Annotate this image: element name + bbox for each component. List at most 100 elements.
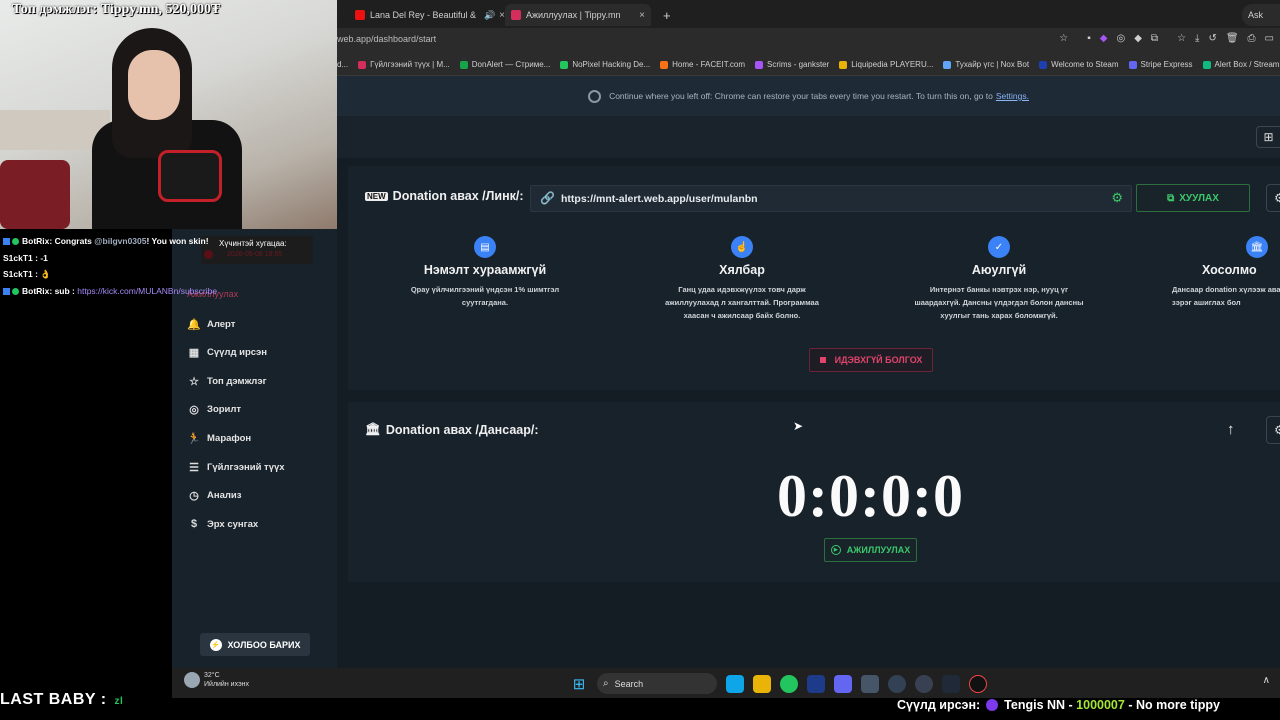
- sidebar-item-label: Алерт: [207, 319, 236, 330]
- sidebar-item-marathon[interactable]: 🏃 Марафон: [187, 432, 251, 445]
- last-baby-label: LAST BABY :: [0, 691, 107, 708]
- bookmark-item[interactable]: Scrims - gankster: [755, 60, 829, 69]
- gear-icon[interactable]: ⚙: [1266, 184, 1280, 212]
- donation-url-value[interactable]: https://mnt-alert.web.app/user/mulanbn: [561, 193, 758, 205]
- bell-icon: 🔔: [187, 319, 201, 331]
- bookmark-item[interactable]: NoPixel Hacking De...: [560, 60, 650, 69]
- feature-title: Аюулгүй: [971, 263, 1027, 277]
- bookmark-item[interactable]: Liquipedia PLAYERU...: [839, 60, 933, 69]
- settings-link[interactable]: Settings.: [996, 91, 1029, 101]
- feature-title: Нэмэлт хураамжгүй: [423, 263, 547, 277]
- sidebar-item-label: Зорилт: [207, 404, 242, 415]
- target-icon: ◎: [189, 404, 199, 416]
- countdown-timer: 0:0:0:0: [777, 463, 964, 529]
- contact-button[interactable]: ⚡ ХОЛБОО БАРИХ: [200, 633, 310, 656]
- tab-tippy[interactable]: Ажиллуулах | Tippy.mn ×: [505, 4, 651, 26]
- steam-icon[interactable]: [942, 674, 960, 693]
- extension-icon[interactable]: ◆: [1134, 33, 1142, 44]
- bookmark-label: Тухайр үгс | Nox Bot: [955, 60, 1030, 69]
- extension-icon[interactable]: ◎: [1116, 33, 1125, 44]
- disable-button[interactable]: ИДЭВХГҮЙ БОЛГОХ: [809, 348, 933, 372]
- sidebar-item-alert[interactable]: 🔔 Алерт: [187, 318, 235, 331]
- obs-icon[interactable]: [888, 674, 906, 693]
- sidebar-item-top[interactable]: ☆ Топ дэмжлэг: [187, 375, 266, 388]
- sidebar-item-analytics[interactable]: ◷ Анализ: [187, 489, 241, 502]
- gear-icon[interactable]: ⚙: [1111, 190, 1123, 206]
- steam-icon[interactable]: [807, 674, 825, 693]
- copy-button[interactable]: ⧉ ХУУЛАХ: [1136, 184, 1250, 212]
- folder-icon[interactable]: [753, 674, 771, 693]
- taskbar-search[interactable]: ⌕ Search: [597, 673, 717, 694]
- speaker-icon[interactable]: 🔊: [484, 10, 495, 21]
- app-header: ⊞: [337, 116, 1280, 158]
- extension-icon[interactable]: ◆: [1100, 33, 1108, 44]
- donor-icon: [986, 699, 999, 711]
- bookmark-star-icon[interactable]: ☆: [1059, 33, 1068, 44]
- feature-desc: Дансаар donation хүлээж авах зэрэг ашигл…: [1172, 285, 1280, 307]
- sidebar-item-transactions[interactable]: ☰ Гүйлгээний түүх: [187, 461, 285, 474]
- bookmark-item[interactable]: Тухайр үгс | Nox Bot: [943, 60, 1029, 69]
- ticker-user: Tengis NN: [1004, 698, 1066, 712]
- close-icon[interactable]: ×: [639, 10, 645, 21]
- card-title: NEW Donation авах /Линк/:: [365, 189, 524, 203]
- chat-message: BotRix: sub : https://kick.com/MULANBn/s…: [3, 283, 333, 300]
- tab-lana-del-rey[interactable]: Lana Del Rey - Beautiful & 🔊 ×: [355, 4, 505, 26]
- youtube-icon: [355, 10, 365, 20]
- chrome-icon[interactable]: [915, 674, 933, 693]
- url-text[interactable]: web.app/dashboard/start: [337, 34, 436, 44]
- copy-icon: ⧉: [1167, 192, 1175, 204]
- sidebar-item-renew[interactable]: $ Эрх сунгах: [187, 518, 258, 530]
- arrow-up-icon[interactable]: ↑: [1227, 421, 1235, 438]
- tab-title: Ажиллуулах | Tippy.mn: [526, 10, 621, 20]
- stop-icon: [819, 357, 826, 363]
- favorites-icon[interactable]: ☆: [1177, 33, 1186, 44]
- trash-icon[interactable]: 🗑: [1226, 33, 1239, 44]
- bank-icon: 🏛: [1246, 236, 1268, 258]
- gear-icon[interactable]: ⚙: [1266, 416, 1280, 444]
- feature-combined: 🏛 Хосолмо Дансаар donation хүлээж авах з…: [1166, 236, 1280, 309]
- sidebar-item-label: Эрх сунгах: [207, 518, 259, 530]
- chrome-icon[interactable]: [780, 674, 798, 693]
- address-bar[interactable]: web.app/dashboard/start ☆ ▪ ◆ ◎ ◆ ⧉ ☆ ⤓ …: [337, 28, 1280, 54]
- window-icon[interactable]: ▭: [1265, 33, 1274, 44]
- last-baby: LAST BABY : zl: [0, 691, 123, 709]
- bookmark-item[interactable]: Гүйлгээний түүх | M...: [358, 60, 450, 69]
- new-badge-icon: NEW: [365, 191, 388, 201]
- taskbar-apps: ⊞ ⌕ Search: [570, 673, 987, 694]
- bookmark-item[interactable]: DonAlert — Стриме...: [459, 60, 550, 69]
- bookmark-item[interactable]: Home - FACEIT.com: [660, 60, 745, 69]
- toolbar-icons: ☆ ▪ ◆ ◎ ◆ ⧉ ☆ ⤓ ↺ 🗑 ⎙ ▭: [1059, 33, 1274, 44]
- new-tab-button[interactable]: +: [663, 4, 671, 26]
- bookmark-item[interactable]: d...: [337, 60, 348, 69]
- windows-start-icon[interactable]: ⊞: [570, 675, 588, 693]
- sidebar-item-goal[interactable]: ◎ Зорилт: [187, 403, 241, 416]
- print-icon[interactable]: ⎙: [1248, 33, 1256, 44]
- chat-link[interactable]: https://kick.com/MULANBn/subscribe: [77, 286, 217, 296]
- sidebar-item-recent[interactable]: ▦ Сүүлд ирсэн: [187, 346, 267, 359]
- shield-check-icon: ✓: [988, 236, 1010, 258]
- edge-icon[interactable]: [726, 674, 744, 693]
- bookmark-item[interactable]: Welcome to Steam: [1039, 60, 1119, 69]
- restore-message: Continue where you left off: Chrome can …: [609, 91, 993, 101]
- app-icon[interactable]: [969, 674, 987, 693]
- chevron-up-icon[interactable]: ∧: [1263, 675, 1270, 686]
- extensions-puzzle-icon[interactable]: ⧉: [1151, 33, 1158, 44]
- card-title: 🏛 Donation авах /Дансаар/:: [365, 422, 539, 437]
- chat-message: S1ckT1 : -1: [3, 250, 333, 267]
- extension-icon[interactable]: ▪: [1087, 33, 1091, 44]
- windows-icon[interactable]: ⊞: [1256, 126, 1280, 148]
- profile-button[interactable]: Ask: [1242, 4, 1280, 26]
- calculator-icon[interactable]: [861, 674, 879, 693]
- history-icon[interactable]: ↺: [1208, 33, 1216, 44]
- weather-widget[interactable]: 32°C Ийлийн ихэнх: [184, 671, 249, 689]
- ticker-label: Сүүлд ирсэн:: [897, 698, 981, 712]
- activate-button[interactable]: ▶ АЖИЛЛУУЛАХ: [824, 538, 917, 562]
- runner-icon: 🏃: [187, 433, 201, 445]
- bookmark-item[interactable]: Stripe Express: [1128, 60, 1193, 69]
- bookmark-item[interactable]: Alert Box / Streamla: [1202, 60, 1280, 69]
- chat-user: BotRix: [22, 236, 50, 246]
- discord-icon[interactable]: [834, 674, 852, 693]
- download-icon[interactable]: ⤓: [1195, 33, 1199, 44]
- weather-desc: Ийлийн ихэнх: [204, 681, 250, 688]
- donation-url-field[interactable]: 🔗 https://mnt-alert.web.app/user/mulanbn…: [530, 185, 1132, 212]
